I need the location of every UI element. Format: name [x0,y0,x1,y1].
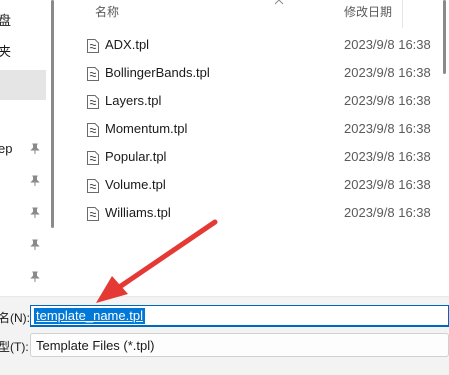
file-modified: 2023/9/8 16:38 [344,149,431,164]
file-modified: 2023/9/8 16:38 [344,177,431,192]
column-header-modified[interactable]: 修改日期 [344,0,392,24]
nav-item-label: ep [0,141,13,156]
template-file-icon [87,179,99,193]
column-header-name[interactable]: 名称 [95,0,119,24]
template-file-icon [87,39,99,53]
nav-item-selected[interactable] [0,70,46,100]
file-row[interactable]: ADX.tpl 2023/9/8 16:38 [64,31,449,59]
file-modified: 2023/9/8 16:38 [344,93,431,108]
column-divider[interactable] [402,0,403,28]
filetype-label: 型(T): [0,340,29,354]
file-name: Popular.tpl [105,149,167,164]
file-name: Momentum.tpl [105,121,188,136]
nav-item-folder[interactable]: 夹 [0,37,46,67]
file-modified: 2023/9/8 16:38 [344,121,431,136]
file-modified: 2023/9/8 16:38 [344,65,431,80]
nav-scrollbar-thumb[interactable] [51,0,54,228]
navigation-pane: 盘 夹 ep [0,0,60,296]
nav-item-label: 夹 [0,44,12,59]
save-form: 名(N): template_name.tpl 型(T): Template F… [0,296,449,375]
list-scrollbar-thumb[interactable] [443,0,446,74]
file-modified: 2023/9/8 16:38 [344,37,431,52]
file-row[interactable]: Volume.tpl 2023/9/8 16:38 [64,171,449,199]
filename-label: 名(N): [0,311,30,325]
file-modified: 2023/9/8 16:38 [344,205,431,220]
file-name: BollingerBands.tpl [105,65,210,80]
template-file-icon [87,123,99,137]
template-file-icon [87,207,99,221]
pin-icon[interactable] [30,239,40,251]
template-file-icon [87,67,99,81]
file-name: Volume.tpl [105,177,166,192]
file-name: Layers.tpl [105,93,162,108]
template-file-icon [87,95,99,109]
file-row[interactable]: Popular.tpl 2023/9/8 16:38 [64,143,449,171]
file-name: ADX.tpl [105,37,150,52]
file-row[interactable]: Layers.tpl 2023/9/8 16:38 [64,87,449,115]
pin-icon[interactable] [30,271,40,283]
filename-input[interactable]: template_name.tpl [30,305,449,327]
pin-icon[interactable] [30,143,40,155]
filetype-value: Template Files (*.tpl) [36,338,155,353]
pin-icon[interactable] [30,207,40,219]
file-row[interactable]: BollingerBands.tpl 2023/9/8 16:38 [64,59,449,87]
template-file-icon [87,151,99,165]
nav-item-label: 盘 [0,13,12,28]
file-list: 名称 修改日期 ADX.tpl 2023/9/8 16:38 Bollinger… [64,0,449,296]
file-name: Williams.tpl [105,205,171,220]
filetype-select[interactable]: Template Files (*.tpl) [30,333,449,357]
sort-ascending-icon [274,0,284,5]
pin-icon[interactable] [30,175,40,187]
file-row[interactable]: Momentum.tpl 2023/9/8 16:38 [64,115,449,143]
file-row[interactable]: Williams.tpl 2023/9/8 16:38 [64,199,449,227]
filename-value[interactable]: template_name.tpl [34,308,145,324]
nav-item-drive[interactable]: 盘 [0,6,46,36]
